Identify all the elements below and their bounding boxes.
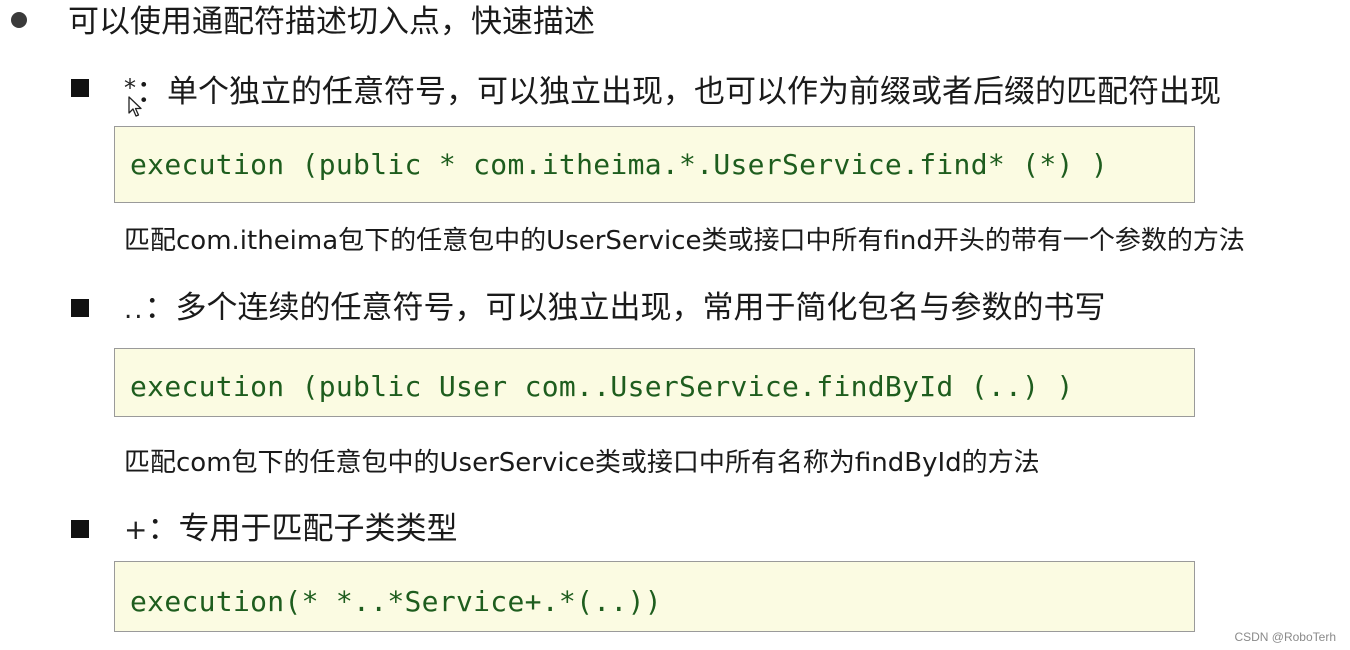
- bullet-square-icon: [71, 520, 89, 538]
- bullet-square-icon: [71, 299, 89, 317]
- page-heading: 可以使用通配符描述切入点，快速描述: [68, 4, 595, 40]
- wildcard-description: ：单个独立的任意符号，可以独立出现，也可以作为前缀或者后缀的匹配符出现: [136, 74, 1221, 110]
- watermark: CSDN @RoboTerh: [1234, 630, 1336, 644]
- wildcard-symbol: +: [124, 513, 148, 546]
- wildcard-plus-rule: +：专用于匹配子类类型: [124, 509, 457, 550]
- code-example-box: execution (public User com..UserService.…: [114, 348, 1195, 417]
- code-example-box: execution(* *..*Service+.*(..)): [114, 561, 1195, 632]
- code-example: execution (public User com..UserService.…: [130, 370, 1074, 403]
- wildcard-star-rule: *：单个独立的任意符号，可以独立出现，也可以作为前缀或者后缀的匹配符出现: [124, 68, 1221, 112]
- wildcard-symbol: ..: [124, 295, 145, 325]
- code-example: execution(* *..*Service+.*(..)): [130, 585, 662, 618]
- wildcard-dotdot-rule: ..：多个连续的任意符号，可以独立出现，常用于简化包名与参数的书写: [124, 288, 1106, 330]
- mouse-cursor-icon: [128, 96, 142, 117]
- code-example: execution (public * com.itheima.*.UserSe…: [130, 148, 1108, 181]
- wildcard-description: ：专用于匹配子类类型: [147, 511, 458, 547]
- code-example-box: execution (public * com.itheima.*.UserSe…: [114, 126, 1195, 203]
- bullet-circle-icon: [11, 12, 27, 28]
- bullet-square-icon: [71, 79, 89, 97]
- wildcard-description: ：多个连续的任意符号，可以独立出现，常用于简化包名与参数的书写: [144, 290, 1106, 326]
- match-explanation: 匹配com包下的任意包中的UserService类或接口中所有名称为findBy…: [124, 448, 1040, 478]
- match-explanation: 匹配com.itheima包下的任意包中的UserService类或接口中所有f…: [124, 226, 1245, 256]
